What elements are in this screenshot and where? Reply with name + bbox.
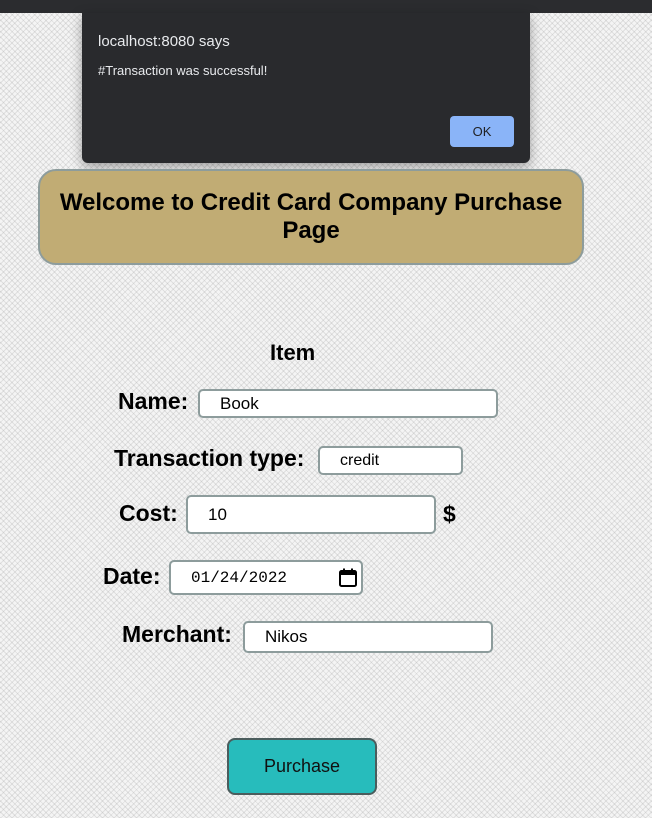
browser-top-bar (0, 0, 652, 13)
date-value: 01/24/2022 (191, 569, 288, 587)
transaction-type-label: Transaction type: (114, 445, 305, 471)
alert-dialog: localhost:8080 says #Transaction was suc… (82, 13, 530, 163)
date-label: Date: (103, 563, 161, 589)
currency-symbol: $ (443, 501, 456, 527)
cost-label: Cost: (119, 500, 178, 526)
name-label: Name: (118, 388, 189, 414)
item-section-heading: Item (270, 340, 316, 365)
page-title: Welcome to Credit Card Company Purchase … (59, 189, 563, 244)
purchase-button[interactable]: Purchase (227, 738, 377, 795)
name-field[interactable] (198, 389, 498, 418)
cost-field[interactable] (186, 495, 436, 534)
merchant-label: Merchant: (122, 621, 232, 647)
dialog-message-text: #Transaction was successful! (98, 63, 268, 78)
date-field[interactable]: 01/24/2022 (169, 560, 363, 595)
dialog-origin-text: localhost:8080 says (98, 33, 230, 50)
page-title-banner: Welcome to Credit Card Company Purchase … (38, 169, 584, 265)
transaction-type-field[interactable] (318, 446, 463, 475)
dialog-ok-button[interactable]: OK (450, 116, 514, 147)
calendar-icon[interactable] (339, 568, 357, 587)
merchant-field[interactable] (243, 621, 493, 653)
